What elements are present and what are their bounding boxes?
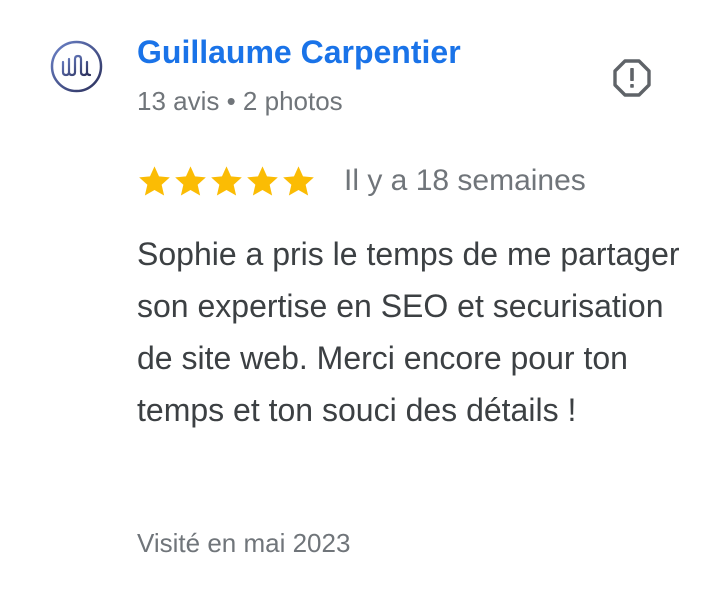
star-icon <box>211 165 242 195</box>
star-icon <box>139 165 170 195</box>
review-text: Sophie a pris le temps de me partager so… <box>137 236 680 428</box>
reviewer-stats: 13 avis • 2 photos <box>137 86 343 116</box>
star-rating <box>137 164 317 199</box>
visit-date: Visité en mai 2023 <box>137 528 351 558</box>
report-flag-icon[interactable] <box>612 58 652 98</box>
star-icon <box>247 165 278 195</box>
reviewer-name[interactable]: Guillaume Carpentier <box>137 34 461 71</box>
star-icon <box>175 165 206 195</box>
star-icon <box>283 165 314 195</box>
reviewer-avatar[interactable] <box>50 40 103 93</box>
rating-row: Il y a 18 semaines <box>137 163 586 199</box>
review-date: Il y a 18 semaines <box>344 164 586 197</box>
